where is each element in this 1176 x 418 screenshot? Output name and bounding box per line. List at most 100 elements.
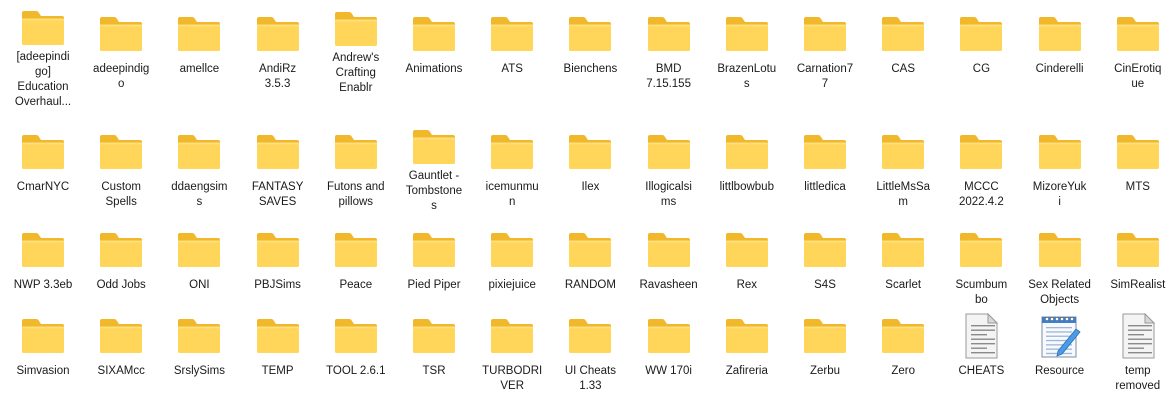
file-item[interactable]: Resource [1023, 308, 1097, 398]
folder-item[interactable]: littledica [788, 124, 862, 214]
item-label: Zerbu [809, 365, 841, 377]
folder-item[interactable]: Ravasheen [632, 222, 706, 312]
folder-item[interactable]: SrslySims [162, 308, 236, 398]
folder-item[interactable]: Gauntlet - Tombstone s [397, 124, 471, 214]
item-label: [adeepindi go] Education Overhaul... [14, 51, 72, 108]
folder-icon [410, 226, 458, 274]
folder-item[interactable]: Ilex [553, 124, 627, 214]
folder-item[interactable]: CG [944, 6, 1018, 96]
folder-icon [566, 312, 614, 360]
folder-item[interactable]: RANDOM [553, 222, 627, 312]
folder-item[interactable]: BMD 7.15.155 [632, 6, 706, 96]
folder-item[interactable]: Peace [319, 222, 393, 312]
folder-item[interactable]: Simvasion [6, 308, 80, 398]
folder-item[interactable]: icemunmu n [475, 124, 549, 214]
folder-item[interactable]: TEMP [241, 308, 315, 398]
folder-icon [1114, 226, 1162, 274]
item-label: SrslySims [173, 365, 225, 377]
folder-item[interactable]: FANTASY SAVES [241, 124, 315, 214]
item-label: Cinderelli [1035, 63, 1084, 75]
folder-item[interactable]: Scarlet [866, 222, 940, 312]
item-label: FANTASY SAVES [251, 181, 304, 208]
folder-icon [1036, 128, 1084, 176]
folder-item[interactable]: Cinderelli [1023, 6, 1097, 96]
folder-item[interactable]: Animations [397, 6, 471, 96]
folder-item[interactable]: TSR [397, 308, 471, 398]
folder-item[interactable]: CinErotiq ue [1101, 6, 1175, 96]
folder-item[interactable]: TOOL 2.6.1 [319, 308, 393, 398]
folder-item[interactable]: Carnation7 7 [788, 6, 862, 96]
folder-item[interactable]: S4S [788, 222, 862, 312]
folder-item[interactable]: BrazenLotu s [710, 6, 784, 96]
folder-icon [332, 10, 380, 47]
folder-icon [801, 128, 849, 176]
item-label: MCCC 2022.4.2 [959, 181, 1004, 208]
folder-item[interactable]: NWP 3.3eb [6, 222, 80, 312]
folder-icon [488, 226, 536, 274]
folder-icon [19, 226, 67, 274]
item-label: Resource [1034, 365, 1085, 377]
folder-item[interactable]: littlbowbub [710, 124, 784, 214]
folder-item[interactable]: ATS [475, 6, 549, 96]
folder-item[interactable]: CmarNYC [6, 124, 80, 214]
item-label: Zafireria [725, 365, 768, 377]
item-label: BrazenLotu s [717, 63, 777, 90]
folder-item[interactable]: Sex Related Objects [1023, 222, 1097, 312]
folder-item[interactable]: AndiRz 3.5.3 [241, 6, 315, 96]
item-label: TOOL 2.6.1 [326, 365, 386, 377]
folder-item[interactable]: amellce [162, 6, 236, 96]
folder-item[interactable]: Bienchens [553, 6, 627, 96]
folder-item[interactable]: SIXAMcc [84, 308, 158, 398]
folder-item[interactable]: MizoreYuk i [1023, 124, 1097, 214]
file-item[interactable]: temp removed [1101, 308, 1175, 398]
folder-icon [645, 312, 693, 360]
folder-item[interactable]: Zero [866, 308, 940, 398]
item-label: Scarlet [885, 279, 922, 291]
folder-item[interactable]: TURBODRI VER [475, 308, 549, 398]
folder-item[interactable]: WW 170i [632, 308, 706, 398]
folder-item[interactable]: [adeepindi go] Education Overhaul... [6, 6, 80, 108]
item-label: Odd Jobs [96, 279, 146, 291]
folder-item[interactable]: MTS [1101, 124, 1175, 214]
folder-icon [957, 10, 1005, 58]
folder-item[interactable]: MCCC 2022.4.2 [944, 124, 1018, 214]
folder-icon [879, 226, 927, 274]
folder-icon [410, 128, 458, 165]
folder-item[interactable]: CAS [866, 6, 940, 96]
item-label: icemunmu n [485, 181, 539, 208]
folder-item[interactable]: Odd Jobs [84, 222, 158, 312]
folder-icon [410, 10, 458, 58]
folder-item[interactable]: pixiejuice [475, 222, 549, 312]
folder-item[interactable]: Scumbum bo [944, 222, 1018, 312]
item-label: Futons and pillows [327, 181, 385, 208]
file-item[interactable]: CHEATS [944, 308, 1018, 398]
item-label: Ilex [581, 181, 600, 193]
folder-item[interactable]: Illogicalsi ms [632, 124, 706, 214]
folder-item[interactable]: Rex [710, 222, 784, 312]
item-label: UI Cheats 1.33 [564, 365, 616, 392]
folder-icon [254, 226, 302, 274]
folder-item[interactable]: Andrew's Crafting Enablr [319, 6, 393, 96]
folder-item[interactable]: LittleMsSa m [866, 124, 940, 214]
item-label: LittleMsSa m [876, 181, 931, 208]
folder-icon [801, 226, 849, 274]
folder-icon [488, 312, 536, 360]
folder-item[interactable]: Futons and pillows [319, 124, 393, 214]
folder-icon [1114, 10, 1162, 58]
folder-item[interactable]: adeepindig o [84, 6, 158, 96]
folder-item[interactable]: PBJSims [241, 222, 315, 312]
item-label: SIXAMcc [97, 365, 145, 377]
folder-item[interactable]: UI Cheats 1.33 [553, 308, 627, 398]
folder-icon [566, 226, 614, 274]
item-label: littledica [804, 181, 846, 193]
folder-item[interactable]: Zerbu [788, 308, 862, 398]
folder-item[interactable]: Custom Spells [84, 124, 158, 214]
text-document-icon [957, 312, 1005, 360]
folder-icon [723, 10, 771, 58]
folder-item[interactable]: SimRealist [1101, 222, 1175, 312]
folder-item[interactable]: ddaengsim s [162, 124, 236, 214]
folder-item[interactable]: Zafireria [710, 308, 784, 398]
folder-icon [175, 226, 223, 274]
folder-item[interactable]: ONI [162, 222, 236, 312]
folder-item[interactable]: Pied Piper [397, 222, 471, 312]
